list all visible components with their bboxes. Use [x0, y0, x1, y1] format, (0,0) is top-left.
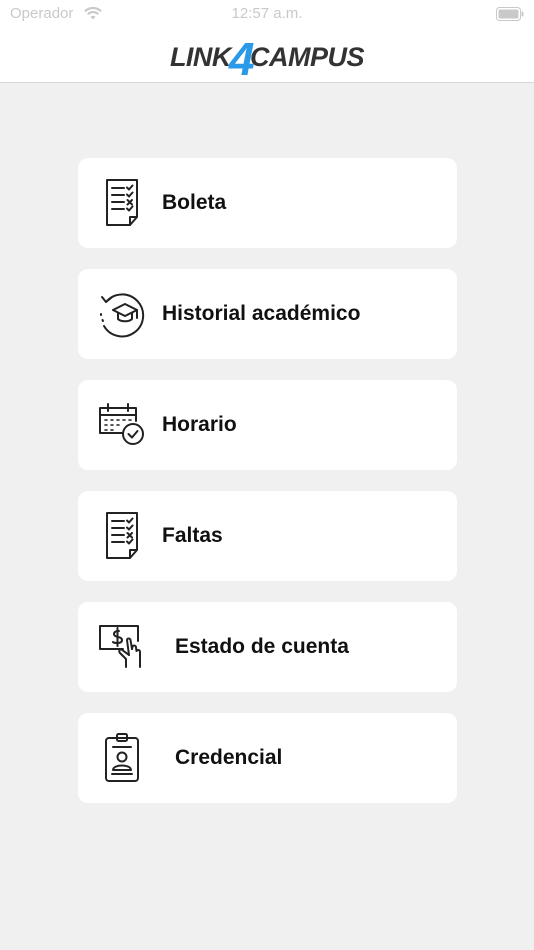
menu-item-label: Horario — [162, 413, 237, 436]
app-header: LINK 4 CAMPUS — [0, 28, 534, 83]
menu-item-label: Estado de cuenta — [175, 635, 349, 658]
menu-item-label: Faltas — [162, 524, 223, 547]
main-menu: Boleta Historial académico Horario Falta… — [78, 158, 457, 824]
menu-item-historial[interactable]: Historial académico — [78, 269, 457, 359]
logo-number: 4 — [228, 33, 255, 85]
menu-item-label: Credencial — [175, 746, 283, 769]
payment-card-icon — [96, 621, 148, 673]
logo-text-left: LINK — [169, 41, 232, 72]
status-time: 12:57 a.m. — [231, 5, 303, 22]
graduation-history-icon — [96, 288, 148, 340]
menu-item-horario[interactable]: Horario — [78, 380, 457, 470]
report-card-icon — [96, 177, 148, 229]
id-badge-icon — [96, 732, 148, 784]
app-screen: Operador 12:57 a.m. LINK 4 CAMPUS Boleta… — [0, 0, 534, 950]
menu-item-label: Historial académico — [162, 302, 361, 325]
app-logo: LINK 4 CAMPUS — [0, 33, 534, 85]
checklist-icon — [96, 510, 148, 562]
battery-icon — [496, 7, 524, 26]
status-bar: Operador 12:57 a.m. — [0, 0, 534, 28]
menu-item-boleta[interactable]: Boleta — [78, 158, 457, 248]
menu-item-label: Boleta — [162, 191, 227, 214]
menu-item-credencial[interactable]: Credencial — [78, 713, 457, 803]
menu-item-estado-de-cuenta[interactable]: Estado de cuenta — [78, 602, 457, 692]
calendar-check-icon — [96, 399, 148, 451]
logo-text-right: CAMPUS — [250, 41, 365, 72]
menu-item-faltas[interactable]: Faltas — [78, 491, 457, 581]
